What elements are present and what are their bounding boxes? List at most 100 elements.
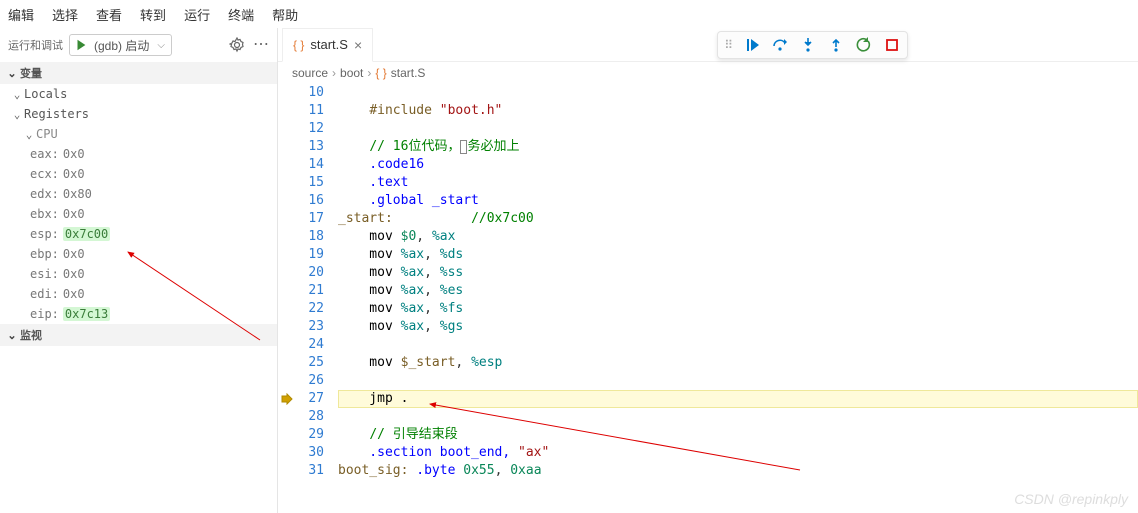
menu-item[interactable]: 查看 [96,5,122,24]
line-number[interactable]: 31 [296,462,338,480]
locals-node[interactable]: ⌄ Locals [0,84,277,104]
register-value: 0x7c00 [63,227,110,241]
gear-icon[interactable] [229,37,245,53]
menu-item[interactable]: 编辑 [8,5,34,24]
line-number[interactable]: 14 [296,156,338,174]
line-number[interactable]: 11 [296,102,338,120]
crumb[interactable]: source [292,66,328,80]
code-line[interactable]: mov %ax, %fs [338,300,1138,318]
chevron-down-icon: ⌄ [10,108,24,121]
line-number[interactable]: 19 [296,246,338,264]
code-line[interactable] [338,372,1138,390]
code-editor[interactable]: 1011121314151617181920212223242526272829… [278,84,1138,513]
menu-item[interactable]: 帮助 [272,5,298,24]
cpu-group[interactable]: ⌄ CPU [0,124,277,144]
code-line[interactable]: mov %ax, %ds [338,246,1138,264]
continue-button[interactable] [743,36,761,54]
menu-item[interactable]: 终端 [228,5,254,24]
chevron-down-icon: ⌄ [6,329,18,342]
grip-icon[interactable]: ⠿ [724,38,733,52]
line-number[interactable]: 29 [296,426,338,444]
stop-button[interactable] [883,36,901,54]
code-line[interactable]: boot_sig: .byte 0x55, 0xaa [338,462,1138,480]
code-line[interactable]: mov %ax, %es [338,282,1138,300]
line-number[interactable]: 17 [296,210,338,228]
more-icon[interactable]: ⋯ [253,37,269,53]
register-row[interactable]: ebp: 0x0 [0,244,277,264]
line-number[interactable]: 21 [296,282,338,300]
registers-node[interactable]: ⌄ Registers [0,104,277,124]
code-line[interactable]: mov %ax, %gs [338,318,1138,336]
section-variables[interactable]: ⌄ 变量 [0,62,277,84]
register-row[interactable]: edx: 0x80 [0,184,277,204]
code-line[interactable]: // 引导结束段 [338,426,1138,444]
line-number[interactable]: 26 [296,372,338,390]
line-number[interactable]: 10 [296,84,338,102]
line-number[interactable]: 30 [296,444,338,462]
breadcrumbs[interactable]: source› boot› { } start.S [278,62,1138,84]
code-line[interactable]: .text [338,174,1138,192]
chevron-down-icon: ⌵ [153,40,169,51]
line-number[interactable]: 15 [296,174,338,192]
play-icon [74,38,88,52]
register-row[interactable]: eip: 0x7c13 [0,304,277,324]
restart-button[interactable] [855,36,873,54]
launch-config-select[interactable]: (gdb) 启动 ⌵ [69,34,172,56]
register-name: edi: [30,287,59,301]
line-number[interactable]: 24 [296,336,338,354]
code-line[interactable]: .global _start [338,192,1138,210]
close-icon[interactable]: × [354,37,362,53]
register-name: eax: [30,147,59,161]
step-over-button[interactable] [771,36,789,54]
register-row[interactable]: ecx: 0x0 [0,164,277,184]
register-value: 0x7c13 [63,307,110,321]
step-out-button[interactable] [827,36,845,54]
line-number[interactable]: 22 [296,300,338,318]
register-row[interactable]: esp: 0x7c00 [0,224,277,244]
tab-start-s[interactable]: { } start.S × [282,28,373,62]
debug-controls[interactable]: ⠿ [717,31,908,59]
crumb[interactable]: start.S [391,66,426,80]
code-line[interactable]: mov $0, %ax [338,228,1138,246]
code-line[interactable] [338,336,1138,354]
code-line[interactable]: _start: //0x7c00 [338,210,1138,228]
register-row[interactable]: ebx: 0x0 [0,204,277,224]
code-line[interactable]: .code16 [338,156,1138,174]
register-name: eip: [30,307,59,321]
line-number[interactable]: 28 [296,408,338,426]
code-line[interactable]: .section boot_end, "ax" [338,444,1138,462]
line-number[interactable]: 16 [296,192,338,210]
line-number[interactable]: 23 [296,318,338,336]
section-watch[interactable]: ⌄ 监视 [0,324,277,346]
crumb[interactable]: boot [340,66,363,80]
step-into-button[interactable] [799,36,817,54]
code-line[interactable]: mov %ax, %ss [338,264,1138,282]
registers-label: Registers [24,107,89,121]
tab-filename: start.S [310,37,348,52]
register-row[interactable]: eax: 0x0 [0,144,277,164]
register-row[interactable]: edi: 0x0 [0,284,277,304]
chevron-down-icon: ⌄ [22,128,36,141]
line-number[interactable]: 20 [296,264,338,282]
chevron-right-icon: › [367,66,371,80]
line-number[interactable]: 25 [296,354,338,372]
register-row[interactable]: esi: 0x0 [0,264,277,284]
chevron-down-icon: ⌄ [10,88,24,101]
code-line[interactable]: #include "boot.h" [338,102,1138,120]
code-line[interactable]: mov $_start, %esp [338,354,1138,372]
code-line[interactable] [338,84,1138,102]
line-number[interactable]: 13 [296,138,338,156]
section-title: 监视 [20,327,42,343]
code-line[interactable] [338,120,1138,138]
menu-item[interactable]: 选择 [52,5,78,24]
menu-item[interactable]: 运行 [184,5,210,24]
code-line[interactable]: jmp . [338,390,1138,408]
menu-item[interactable]: 转到 [140,5,166,24]
line-number[interactable]: 12 [296,120,338,138]
register-value: 0x0 [63,247,85,261]
chevron-right-icon: › [332,66,336,80]
line-number[interactable]: 27 [296,390,338,408]
code-line[interactable] [338,408,1138,426]
code-line[interactable]: // 16位代码，务必加上 [338,138,1138,156]
line-number[interactable]: 18 [296,228,338,246]
